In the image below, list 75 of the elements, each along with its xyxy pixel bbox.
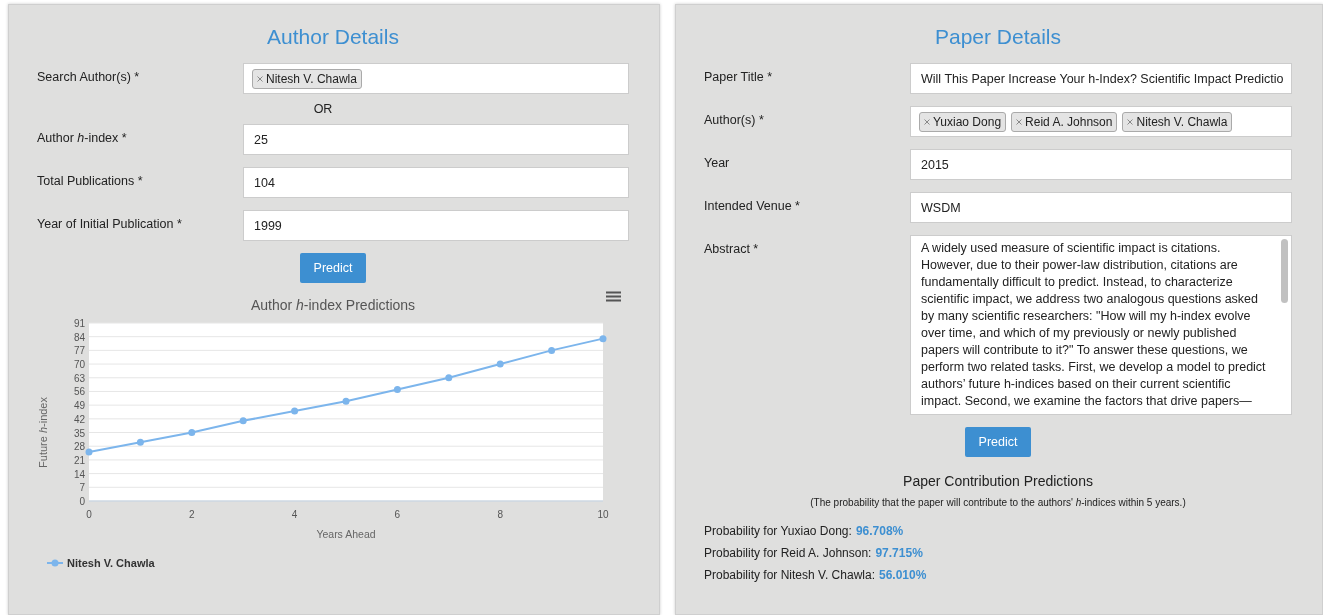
probability-value: 56.010% <box>879 568 927 582</box>
y-axis-title: Future h-index <box>37 396 49 468</box>
field-label: Abstract * <box>704 241 760 256</box>
y-tick-label: 7 <box>79 482 85 494</box>
field-label: Year of Initial Publication * <box>37 216 183 231</box>
probability-label: Probability for Yuxiao Dong: <box>704 524 852 538</box>
input-field[interactable]: 25 <box>243 124 629 155</box>
y-tick-label: 63 <box>73 372 85 384</box>
author-tag: Reid A. Johnson <box>1011 111 1118 132</box>
author-tag-field[interactable]: Yuxiao Dong Reid A. Johnson Nitesh V. Chawla <box>910 106 1292 137</box>
author-tag: Yuxiao Dong <box>919 111 1007 132</box>
remove-icon[interactable] <box>1016 118 1023 125</box>
field-label: Total Publications * <box>37 173 144 188</box>
input-field[interactable]: WSDM <box>910 192 1292 223</box>
x-axis-title: Years Ahead <box>316 528 376 540</box>
results-note: (The probability that the paper will contribute to the authors' h-indices within 5 years.) <box>810 497 1186 508</box>
data-point <box>291 407 299 415</box>
y-tick-label: 77 <box>73 345 85 357</box>
probability-label: Probability for Nitesh V. Chawla: <box>704 568 875 582</box>
chart-title: Author h-index Predictions <box>250 297 416 313</box>
separator-text: OR <box>313 102 333 116</box>
y-tick-label: 42 <box>73 413 85 425</box>
y-tick-label: 56 <box>73 386 85 398</box>
input-field[interactable]: 1999 <box>243 210 629 241</box>
y-tick-label: 70 <box>73 359 85 371</box>
data-point <box>599 335 607 343</box>
probability-label: Probability for Reid A. Johnson: <box>704 546 872 560</box>
legend-label[interactable]: Nitesh V. Chawla <box>67 557 155 569</box>
field-label: Author(s) * <box>704 112 765 127</box>
data-point <box>393 386 401 393</box>
author-tag: Nitesh V. Chawla <box>252 68 362 89</box>
field-label: Search Author(s) * <box>37 69 141 84</box>
y-tick-label: 28 <box>73 441 85 453</box>
data-point <box>85 448 93 456</box>
field-label: Intended Venue * <box>704 198 801 213</box>
data-point <box>188 429 196 437</box>
y-tick-label: 49 <box>73 400 85 412</box>
abstract-text-area[interactable]: A widely used measure of scientific impact is citations. However, due to their power-law distribution, citations are fundamentally difficult to predict. Instead, to characterize scientific impact, we address two analogous questions asked by many scientific researchers: "How will my h-index evolve over time, and which of my previously or newly published papers will contribute to it?" To answer these questions, we perform two related tasks. First, we develop a model to predict authors’ future h-indices based on their current scientific impact. Second, we examine the factors that drive papers— <box>910 235 1292 415</box>
input-field[interactable]: Will This Paper Increase Your h-Index? Scientific Impact Predictio <box>910 63 1292 94</box>
input-field[interactable]: 2015 <box>910 149 1292 180</box>
y-tick-label: 21 <box>73 454 85 466</box>
x-tick-label: 10 <box>597 509 609 520</box>
x-tick-label: 2 <box>189 509 195 520</box>
panel-title: Author Details <box>266 25 400 49</box>
data-point <box>342 397 350 405</box>
y-tick-label: 91 <box>73 318 85 329</box>
data-point <box>445 374 453 382</box>
y-tick-label: 84 <box>73 331 85 343</box>
field-label: Paper Title * <box>704 69 774 84</box>
field-label: Author h-index * <box>37 130 128 145</box>
data-point <box>548 346 556 354</box>
legend-marker-icon <box>47 559 63 567</box>
panel-title: Paper Details <box>933 25 1063 49</box>
remove-icon[interactable] <box>924 118 930 125</box>
x-tick-label: 0 <box>86 509 92 520</box>
y-tick-label: 14 <box>73 468 85 480</box>
y-tick-label: 35 <box>73 427 85 439</box>
remove-icon[interactable] <box>257 75 263 82</box>
x-tick-label: 6 <box>394 509 401 520</box>
probability-value: 96.708% <box>855 524 904 538</box>
author-tag: Nitesh V. Chawla <box>1122 111 1233 132</box>
field-label: Year <box>704 155 731 170</box>
x-tick-label: 4 <box>291 509 298 520</box>
remove-icon[interactable] <box>1127 118 1134 125</box>
data-point <box>239 417 247 425</box>
y-tick-label: 0 <box>79 496 85 507</box>
data-point <box>496 360 504 368</box>
input-field[interactable]: 104 <box>243 167 629 198</box>
x-tick-label: 8 <box>497 509 503 520</box>
probability-value: 97.715% <box>875 546 923 560</box>
data-point <box>136 438 144 446</box>
scrollbar-thumb[interactable] <box>1281 239 1288 303</box>
author-tag-field[interactable]: Nitesh V. Chawla <box>243 63 629 94</box>
menu-icon[interactable] <box>606 291 621 302</box>
results-title: Paper Contribution Predictions <box>903 473 1093 489</box>
